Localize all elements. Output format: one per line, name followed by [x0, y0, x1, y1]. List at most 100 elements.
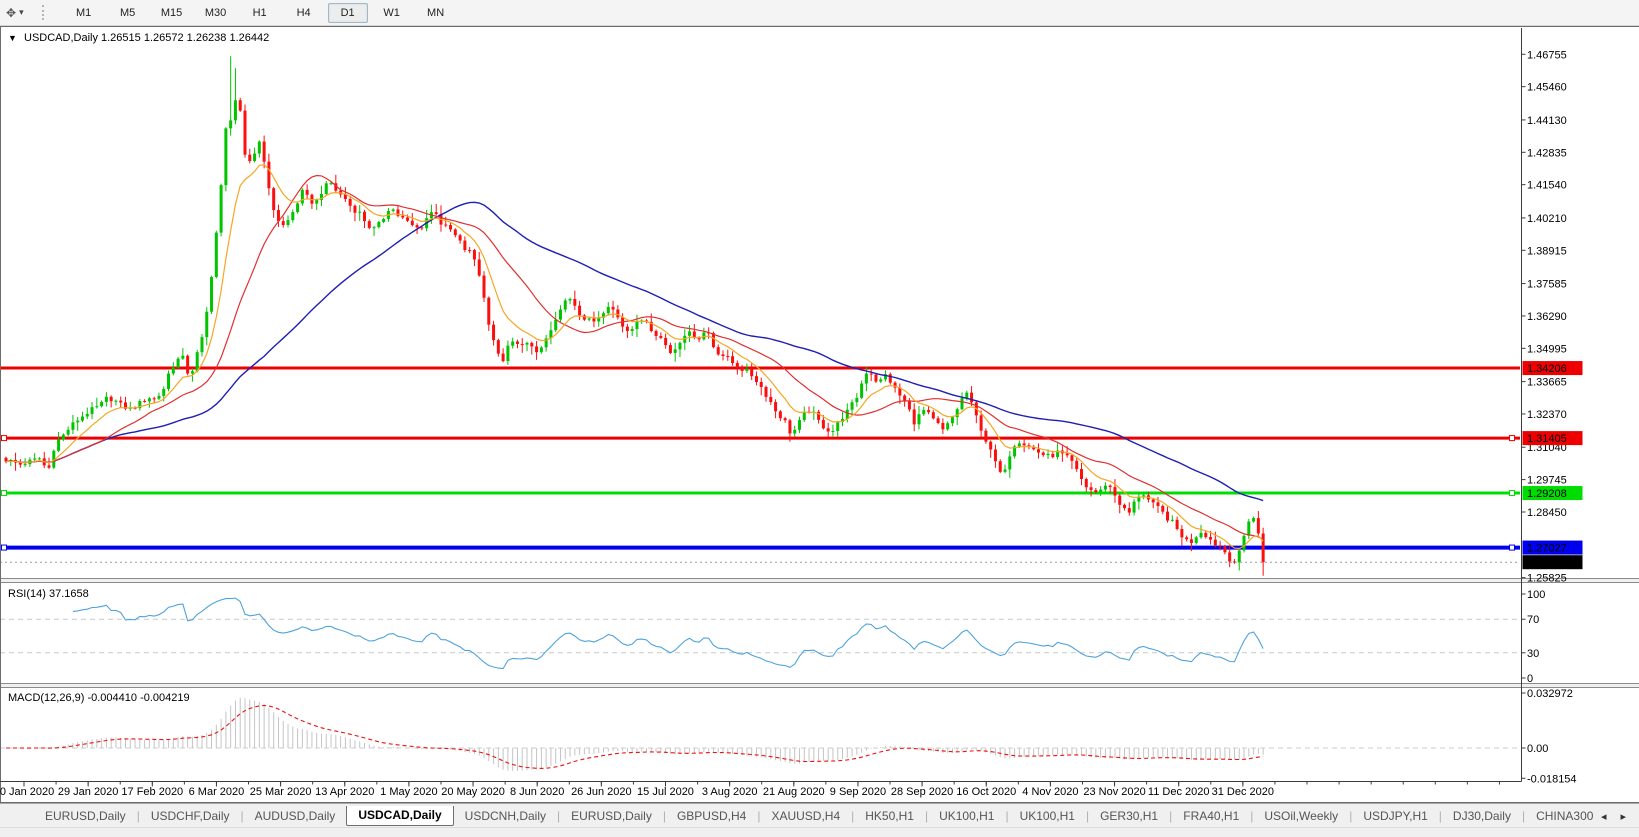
- chart-tab-ger30-h1[interactable]: GER30,H1: [1089, 806, 1169, 826]
- candle-body: [1017, 443, 1021, 447]
- candle-body: [836, 422, 840, 431]
- candle-body: [305, 189, 309, 195]
- price-tick-label: 1.40210: [1527, 213, 1567, 225]
- candle-body: [358, 211, 362, 213]
- chart-tab-audusd-daily[interactable]: AUDUSD,Daily: [244, 806, 347, 826]
- tab-scroll-right-icon[interactable]: ▸: [1613, 810, 1633, 823]
- candle-body: [931, 412, 935, 419]
- candle-body: [989, 441, 993, 450]
- candle-body: [1261, 533, 1265, 563]
- line-drag-handle[interactable]: [1509, 490, 1515, 497]
- candle-body: [1118, 495, 1122, 505]
- candle-body: [47, 465, 51, 468]
- chart-tab-usdchf-daily[interactable]: USDCHF,Daily: [140, 806, 241, 826]
- timeframe-button-m30[interactable]: M30: [196, 3, 236, 23]
- timeframe-button-group: M1 M5 M15 M30 H1 H4 D1 W1 MN: [62, 2, 458, 23]
- candle-body: [530, 342, 534, 347]
- candle-body: [850, 402, 854, 410]
- candle-body: [147, 398, 151, 402]
- chart-tab-xauusd-h4[interactable]: XAUUSD,H4: [760, 806, 851, 826]
- chart-tab-usdcad-daily[interactable]: USDCAD,Daily: [346, 806, 454, 826]
- candle-body: [37, 458, 41, 460]
- candle-body: [61, 434, 65, 440]
- chart-window[interactable]: 1.46755 1.45460 1.44130 1.42835 1.41540 1.402…: [0, 0, 1639, 803]
- candle-body: [1161, 505, 1165, 512]
- chart-tool-icon: ✥: [6, 5, 17, 20]
- line-drag-handle[interactable]: [1509, 544, 1515, 551]
- price-tick-label: 1.45460: [1527, 82, 1567, 94]
- candle-body: [238, 100, 242, 111]
- chart-tab-eurusd-daily[interactable]: EURUSD,Daily: [34, 806, 137, 826]
- timeframe-button-h4[interactable]: H4: [284, 3, 324, 23]
- price-tick-label: 1.33665: [1527, 377, 1567, 389]
- timeframe-button-mn[interactable]: MN: [416, 3, 456, 23]
- date-tick-label: 10 Jan 2020: [0, 786, 54, 798]
- candle-body: [721, 354, 725, 356]
- candle-body: [764, 387, 768, 397]
- timeframe-button-m5[interactable]: M5: [108, 3, 148, 23]
- candle-body: [1237, 550, 1241, 563]
- chart-tab-china300-h1[interactable]: CHINA300,H1: [1525, 806, 1594, 826]
- line-drag-handle[interactable]: [1, 544, 7, 551]
- timeframe-button-w1[interactable]: W1: [372, 3, 412, 23]
- candle-body: [329, 183, 333, 185]
- candle-body: [879, 379, 883, 382]
- line-drag-handle[interactable]: [1, 490, 7, 497]
- timeframe-button-m1[interactable]: M1: [64, 3, 104, 23]
- candle-body: [57, 439, 61, 451]
- chart-tab-dj30-daily[interactable]: DJ30,Daily: [1442, 806, 1522, 826]
- macd-tick-label: -0.018154: [1527, 773, 1577, 785]
- chart-tab-hk50-h1[interactable]: HK50,H1: [854, 806, 925, 826]
- chart-tab-gbpusd-h4[interactable]: GBPUSD,H4: [666, 806, 757, 826]
- timeframe-button-h1[interactable]: H1: [240, 3, 280, 23]
- chart-tab-usoil-weekly[interactable]: USOil,Weekly: [1253, 806, 1349, 826]
- candle-body: [903, 395, 907, 401]
- candle-body: [558, 309, 562, 320]
- candle-body: [993, 449, 997, 462]
- macd-tick-label: 0.032972: [1527, 688, 1573, 700]
- toolbar-grip-handle[interactable]: [41, 5, 48, 20]
- candle-body: [167, 373, 171, 389]
- candle-body: [1213, 539, 1217, 546]
- candle-body: [984, 430, 988, 442]
- candle-body: [1242, 535, 1246, 551]
- line-drag-handle[interactable]: [1, 435, 7, 442]
- chart-tab-uk100-h1[interactable]: UK100,H1: [928, 806, 1005, 826]
- date-tick-label: 3 Aug 2020: [702, 786, 758, 798]
- chart-collapse-arrow-icon[interactable]: ▼: [8, 33, 17, 43]
- candle-body: [401, 215, 405, 218]
- candle-body: [998, 461, 1002, 472]
- date-tick-label: 16 Oct 2020: [956, 786, 1016, 798]
- price-level-tag-label: 1.31405: [1527, 433, 1567, 445]
- candle-body: [1094, 490, 1098, 493]
- tab-scroll-left-icon[interactable]: ◂: [1594, 810, 1614, 823]
- candle-body: [214, 232, 218, 278]
- chart-tab-usdcnh-daily[interactable]: USDCNH,Daily: [454, 806, 557, 826]
- candle-body: [731, 356, 735, 364]
- candle-body: [434, 212, 438, 215]
- candle-body: [1008, 456, 1012, 470]
- candle-body: [573, 298, 577, 306]
- candle-body: [1075, 460, 1079, 470]
- candle-body: [468, 250, 472, 252]
- chart-tool-button[interactable]: ✥ ▾: [6, 6, 24, 20]
- line-drag-handle[interactable]: [1509, 435, 1515, 442]
- chart-tab-uk100-h1[interactable]: UK100,H1: [1009, 806, 1086, 826]
- candle-body: [119, 400, 123, 403]
- candle-body: [578, 305, 582, 316]
- candle-body: [1113, 487, 1117, 496]
- candle-body: [1204, 532, 1208, 538]
- timeframe-button-m15[interactable]: M15: [152, 3, 192, 23]
- chart-tab-usdjpy-h1[interactable]: USDJPY,H1: [1352, 806, 1438, 826]
- chart-tab-eurusd-daily[interactable]: EURUSD,Daily: [560, 806, 663, 826]
- timeframe-button-d1[interactable]: D1: [327, 2, 368, 23]
- price-tick-label: 1.34995: [1527, 343, 1567, 355]
- price-tick-label: 1.38915: [1527, 245, 1567, 257]
- price-tick-label: 1.36290: [1527, 311, 1567, 323]
- candle-body: [888, 374, 892, 383]
- chart-tab-fra40-h1[interactable]: FRA40,H1: [1172, 806, 1250, 826]
- candle-body: [1123, 504, 1127, 509]
- current-price-tag-label: 1.26442: [1527, 557, 1567, 569]
- candle-body: [1089, 487, 1093, 491]
- candle-body: [104, 396, 108, 402]
